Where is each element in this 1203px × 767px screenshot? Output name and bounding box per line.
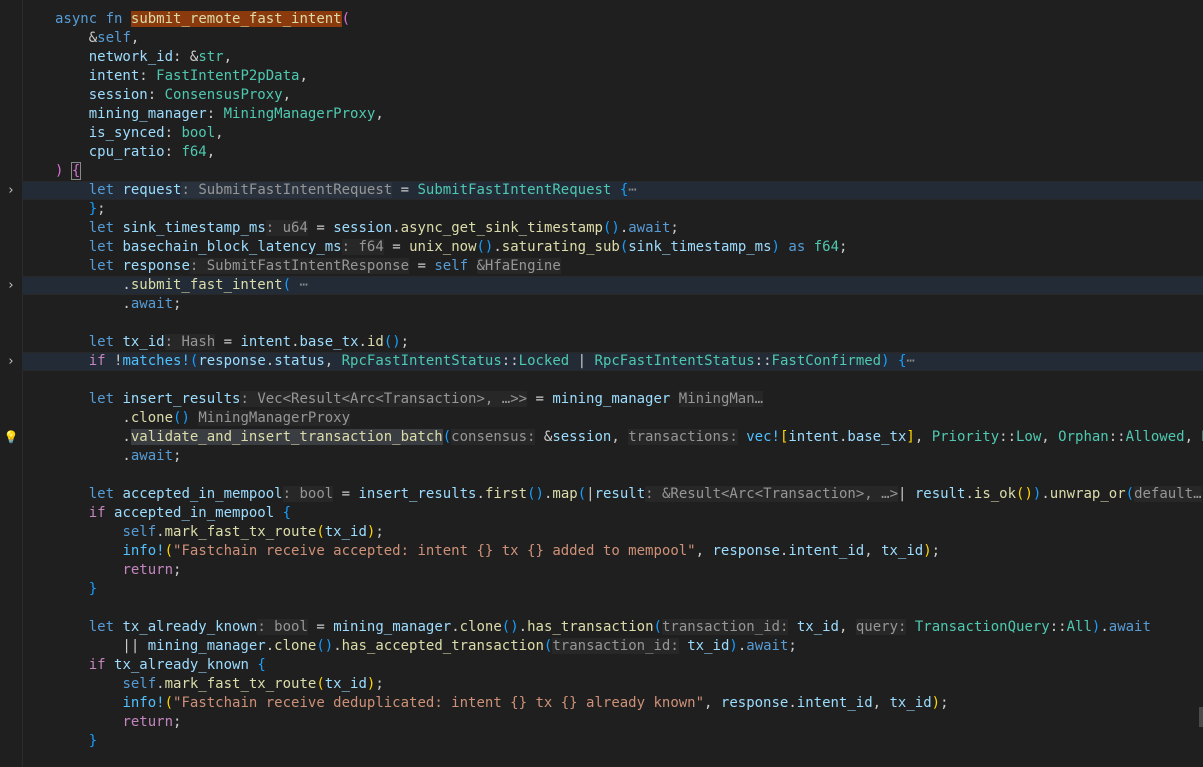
lightbulb-icon[interactable]: 💡: [0, 428, 22, 447]
code-line-folded[interactable]: › .submit_fast_intent( ⋯: [8, 276, 1203, 295]
code-line[interactable]: let insert_results: Vec<Result<Arc<Trans…: [22, 390, 1203, 409]
code-line[interactable]: info!("Fastchain receive accepted: inten…: [22, 542, 1203, 561]
code-line[interactable]: if tx_already_known {: [22, 656, 1203, 675]
code-line[interactable]: intent: FastIntentP2pData,: [22, 67, 1203, 86]
code-line[interactable]: };: [22, 200, 1203, 219]
code-line[interactable]: || mining_manager.clone().has_accepted_t…: [22, 637, 1203, 656]
code-line[interactable]: return;: [22, 561, 1203, 580]
code-line[interactable]: let sink_timestamp_ms: u64 = session.asy…: [22, 219, 1203, 238]
code-line[interactable]: let response: SubmitFastIntentResponse =…: [22, 257, 1203, 276]
code-line[interactable]: async fn submit_remote_fast_intent(: [22, 10, 1203, 29]
code-line[interactable]: let accepted_in_mempool: bool = insert_r…: [22, 485, 1203, 504]
code-line[interactable]: let tx_already_known: bool = mining_mana…: [22, 618, 1203, 637]
code-line[interactable]: return;: [22, 713, 1203, 732]
code-line[interactable]: [22, 599, 1203, 618]
code-line-folded[interactable]: › let request: SubmitFastIntentRequest =…: [8, 181, 1203, 200]
code-line[interactable]: [22, 466, 1203, 485]
function-name-highlight: submit_remote_fast_intent: [130, 11, 342, 27]
code-line[interactable]: &self,: [22, 29, 1203, 48]
fold-ellipsis[interactable]: ⋯: [628, 182, 636, 198]
code-area[interactable]: async fn submit_remote_fast_intent( &sel…: [4, 10, 1203, 751]
code-line[interactable]: .await;: [22, 447, 1203, 466]
code-line[interactable]: }: [22, 580, 1203, 599]
code-line-current[interactable]: 💡 .validate_and_insert_transaction_batch…: [4, 428, 1203, 447]
code-line[interactable]: mining_manager: MiningManagerProxy,: [22, 105, 1203, 124]
scrollbar-thumb[interactable]: [1199, 707, 1203, 727]
code-line[interactable]: .await;: [22, 295, 1203, 314]
code-line[interactable]: info!("Fastchain receive deduplicated: i…: [22, 694, 1203, 713]
code-line[interactable]: let tx_id: Hash = intent.base_tx.id();: [22, 333, 1203, 352]
code-line[interactable]: is_synced: bool,: [22, 124, 1203, 143]
code-line[interactable]: self.mark_fast_tx_route(tx_id);: [22, 523, 1203, 542]
editor-gutter: [0, 0, 22, 767]
chevron-right-icon[interactable]: ›: [0, 352, 22, 371]
code-line[interactable]: [22, 371, 1203, 390]
code-line[interactable]: let basechain_block_latency_ms: f64 = un…: [22, 238, 1203, 257]
fold-ellipsis[interactable]: ⋯: [906, 353, 914, 369]
code-line[interactable]: self.mark_fast_tx_route(tx_id);: [22, 675, 1203, 694]
code-line-folded[interactable]: › if !matches!(response.status, RpcFastI…: [8, 352, 1203, 371]
code-line[interactable]: cpu_ratio: f64,: [22, 143, 1203, 162]
code-line[interactable]: }: [22, 732, 1203, 751]
code-line[interactable]: if accepted_in_mempool {: [22, 504, 1203, 523]
code-line[interactable]: session: ConsensusProxy,: [22, 86, 1203, 105]
code-editor[interactable]: async fn submit_remote_fast_intent( &sel…: [0, 0, 1203, 767]
code-line[interactable]: .clone() MiningManagerProxy: [22, 409, 1203, 428]
code-line[interactable]: [22, 314, 1203, 333]
chevron-right-icon[interactable]: ›: [0, 181, 22, 200]
code-line[interactable]: network_id: &str,: [22, 48, 1203, 67]
chevron-right-icon[interactable]: ›: [0, 276, 22, 295]
fold-ellipsis[interactable]: ⋯: [299, 277, 307, 293]
code-line[interactable]: ) {: [22, 162, 1203, 181]
